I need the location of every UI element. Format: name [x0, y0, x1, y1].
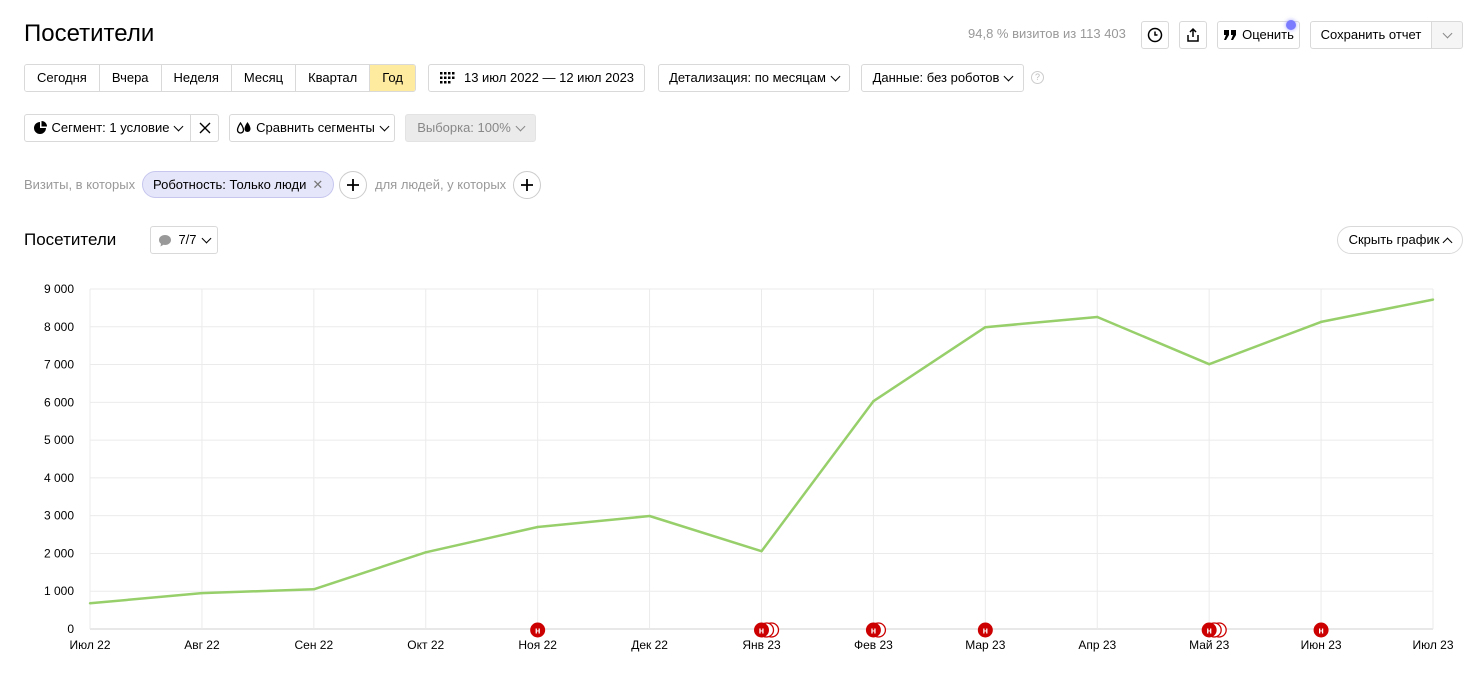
y-tick-label: 6 000	[44, 395, 74, 409]
data-point	[88, 602, 92, 605]
x-tick-label: Май 23	[1189, 638, 1230, 652]
y-tick-label: 4 000	[44, 471, 74, 485]
x-tick-label: Фев 23	[854, 638, 893, 652]
x-tick-label: Авг 22	[184, 638, 220, 652]
data-point	[1431, 298, 1435, 301]
note-marker-label: н	[535, 626, 540, 636]
data-point	[1319, 320, 1323, 324]
visitors-line-chart: 0 1 000 2 000 3 000 4 000 5 000 6 000 7 000 8 00…	[44, 282, 1454, 652]
y-tick-label: 0	[67, 622, 74, 636]
x-tick-label: Июл 23	[1412, 638, 1453, 652]
x-tick-label: Июл 22	[69, 638, 110, 652]
y-tick-label: 7 000	[44, 358, 74, 372]
y-tick-label: 9 000	[44, 282, 74, 296]
x-tick-label: Апр 23	[1078, 638, 1116, 652]
x-tick-label: Янв 23	[742, 638, 781, 652]
x-tick-label: Дек 22	[631, 638, 668, 652]
x-tick-label: Окт 22	[407, 638, 444, 652]
note-marker-label: н	[871, 626, 876, 636]
data-point	[200, 591, 204, 595]
data-point	[312, 588, 316, 591]
x-tick-label: Июн 23	[1301, 638, 1342, 652]
x-tick-label: Мар 23	[965, 638, 1005, 652]
y-tick-label: 3 000	[44, 509, 74, 523]
data-point	[536, 525, 539, 529]
data-point	[648, 514, 651, 518]
x-tick-label: Ноя 22	[518, 638, 557, 652]
x-tick-label: Сен 22	[295, 638, 334, 652]
note-marker-label: н	[983, 626, 988, 636]
note-marker-label: н	[1206, 626, 1211, 636]
data-point	[424, 551, 427, 554]
data-point	[872, 400, 875, 403]
y-tick-label: 8 000	[44, 320, 74, 334]
y-tick-label: 1 000	[44, 584, 74, 598]
data-point	[1207, 362, 1211, 366]
y-tick-label: 5 000	[44, 433, 74, 447]
data-point	[984, 325, 987, 329]
data-point	[760, 549, 763, 553]
data-point	[1096, 315, 1099, 319]
y-tick-label: 2 000	[44, 546, 74, 560]
note-marker-label: н	[759, 626, 764, 636]
note-marker-label: н	[1318, 626, 1323, 636]
